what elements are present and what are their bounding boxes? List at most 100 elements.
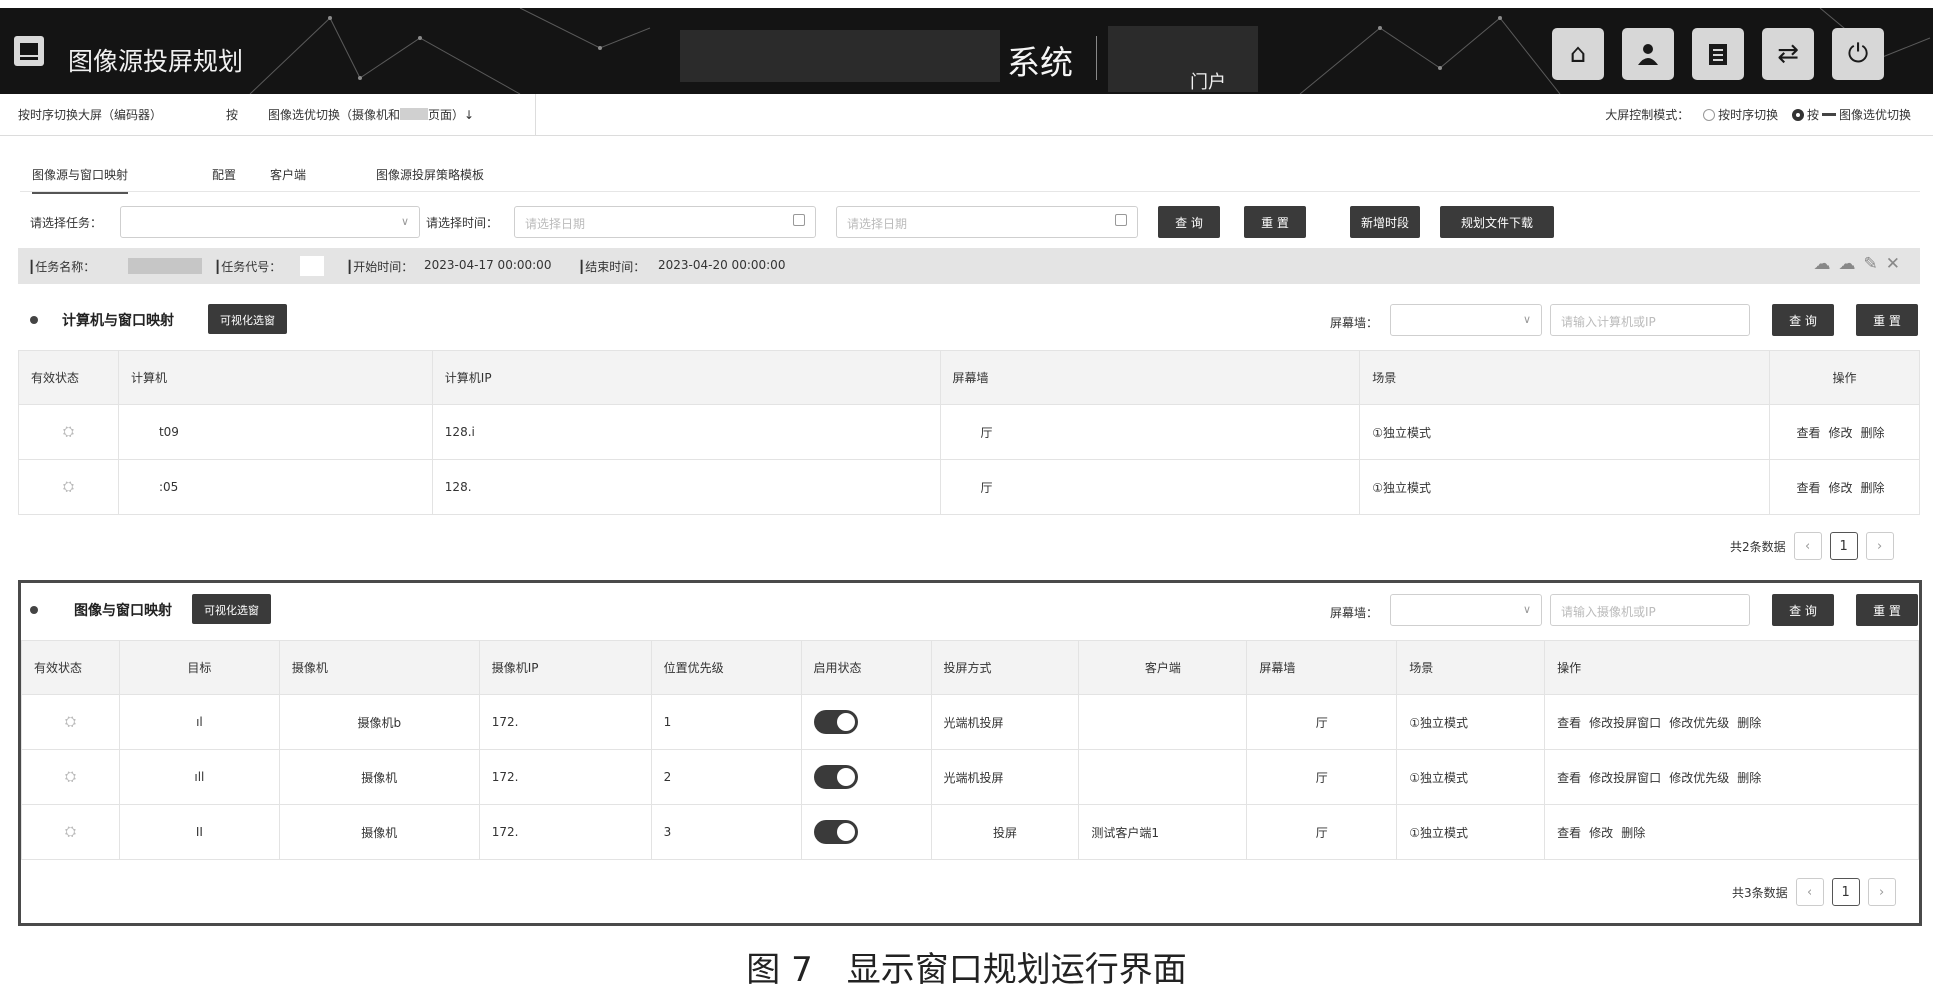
option-image-prefix[interactable]: 按 [1807,108,1819,122]
visual-select-button[interactable]: 可视化选窗 [208,304,287,334]
status-icon: ⛭ [64,824,77,840]
option-time-label[interactable]: 按时序切换 [1718,108,1778,122]
end-date-input[interactable]: 请选择日期 [836,206,1138,238]
col-ip: 计算机IP [431,350,941,405]
tab-client[interactable]: 客户端 [270,166,306,183]
computer-search-input[interactable]: 请输入计算机或IP [1550,304,1750,336]
section-title: 图像与窗口映射 [74,603,172,619]
redacted-block [680,30,1000,82]
tab-by[interactable]: 按 [226,106,238,123]
page-number-button[interactable]: 1 [1831,878,1860,906]
tab-image-prefix: 图像选优切换（摄像机和 [268,108,401,122]
status-cell: ⛭ [18,459,119,515]
sub-tabs: 图像源与窗口映射 配置 客户端 图像源投屏策略模板 [20,152,1920,194]
query-button[interactable]: 查 询 [1158,206,1220,238]
refresh-icon[interactable]: ⇄ [1762,28,1814,80]
download-plan-button[interactable]: 规划文件下载 [1440,206,1554,238]
radio-time-switch[interactable] [1703,109,1716,121]
status-icon: ⛭ [64,769,77,785]
prev-page-button[interactable]: ‹ [1793,532,1822,560]
table-row: ⛭ ıl 摄像机b 172. 1 光端机投屏 厅 ①独立模式 查看 修改投屏窗口修… [21,694,1919,750]
next-page-button[interactable]: › [1865,532,1894,560]
delete-link[interactable]: 删除 [1737,716,1761,730]
edit-link[interactable]: 修改 [1829,426,1853,440]
reset-button[interactable]: 重 置 [1244,206,1306,238]
next-page-button[interactable]: › [1867,878,1896,906]
chevron-down-icon: ∨ [400,215,409,228]
task-name-label: ┃任务名称： [28,260,96,274]
screen-wall-select[interactable]: ∨ [1390,304,1542,336]
tab-encoder-switch[interactable]: 按时序切换大屏（编码器） [18,106,162,123]
cloud-download-icon[interactable]: ☁ [1814,254,1839,274]
edit-priority-link[interactable]: 修改优先级 [1669,716,1729,730]
status-cell: ⛭ [21,694,120,750]
ops-cell: 查看 修改投屏窗口 修改优先级 删除 [1544,749,1919,805]
tab-image-switch[interactable]: 图像选优切换（摄像机和 页面）↓ [268,106,474,123]
query-button[interactable]: 查 询 [1772,594,1834,626]
close-icon[interactable]: ✕ [1886,254,1908,274]
task-info-bar: ┃任务名称： ┃任务代号： ┃开始时间： 2023-04-17 00:00:00… [18,248,1920,284]
view-link[interactable]: 查看 [1557,826,1581,840]
view-link[interactable]: 查看 [1796,481,1820,495]
screen-wall-select[interactable]: ∨ [1390,594,1542,626]
screen-wall-label: 屏幕墙： [1330,316,1379,330]
col-wall: 屏幕墙 [939,350,1361,405]
query-button[interactable]: 查 询 [1772,304,1834,336]
mode-label: 大屏控制模式： [1605,108,1690,122]
delete-link[interactable]: 删除 [1861,426,1885,440]
edit-window-link[interactable]: 修改投屏窗口 [1589,771,1661,785]
page-number-button[interactable]: 1 [1829,532,1858,560]
visual-select-button[interactable]: 可视化选窗 [192,594,271,624]
camera-cell: 摄像机b [278,694,480,750]
delete-link[interactable]: 删除 [1737,771,1761,785]
view-link[interactable]: 查看 [1557,716,1581,730]
tab-image-window-mapping[interactable]: 图像源与窗口映射 [32,166,129,194]
screen-control-mode: 大屏控制模式： 按时序切换 按 图像选优切换 [1605,106,1911,123]
prev-page-button[interactable]: ‹ [1795,878,1824,906]
cloud-upload-icon[interactable]: ☁ [1839,254,1864,274]
col-client: 客户端 [1078,640,1248,695]
table-row: ⛭ ıll 摄像机 172. 2 光端机投屏 厅 ①独立模式 查看 修改投屏窗口修… [21,749,1919,805]
edit-priority-link[interactable]: 修改优先级 [1669,771,1729,785]
scene-cell: ①独立模式 [1359,459,1771,515]
tab-config[interactable]: 配置 [212,166,236,183]
user-icon[interactable] [1622,28,1674,80]
col-scene: 场景 [1359,350,1771,405]
add-period-button[interactable]: 新增时段 [1350,206,1420,238]
date-placeholder: 请选择日期 [847,217,908,231]
method-cell: 光端机投屏 [930,749,1080,805]
view-link[interactable]: 查看 [1796,426,1820,440]
method-cell: 光端机投屏 [930,694,1080,750]
option-image-suffix[interactable]: 图像选优切换 [1839,108,1911,122]
camera-ip-cell: 172. [478,804,652,860]
clipboard-icon[interactable] [1692,28,1744,80]
reset-button[interactable]: 重 置 [1856,594,1918,626]
status-icon: ⛭ [64,714,77,730]
edit-link[interactable]: 修改 [1589,826,1613,840]
tab-strategy-template[interactable]: 图像源投屏策略模板 [376,166,484,183]
delete-link[interactable]: 删除 [1861,481,1885,495]
camera-cell: 摄像机 [278,804,480,860]
edit-window-link[interactable]: 修改投屏窗口 [1589,716,1661,730]
camera-search-input[interactable]: 请输入摄像机或IP [1550,594,1750,626]
view-link[interactable]: 查看 [1557,771,1581,785]
ops-cell: 查看 修改 删除 [1544,804,1919,860]
enabled-toggle[interactable] [813,710,858,734]
col-scene: 场景 [1396,640,1546,695]
radio-image-switch[interactable] [1791,109,1804,121]
target-cell: ıll [118,749,280,805]
edit-link[interactable]: 修改 [1829,481,1853,495]
start-date-input[interactable]: 请选择日期 [514,206,816,238]
scene-cell: ①独立模式 [1396,694,1546,750]
home-icon[interactable]: ⌂ [1552,28,1604,80]
end-time-label: ┃结束时间： [578,260,646,274]
bullet-icon [30,606,38,614]
delete-link[interactable]: 删除 [1621,826,1645,840]
edit-icon[interactable]: ✎ [1864,254,1886,274]
enabled-toggle[interactable] [813,765,858,789]
task-code-label: ┃任务代号： [214,260,282,274]
reset-button[interactable]: 重 置 [1856,304,1918,336]
power-icon[interactable]: ⏻ [1832,28,1884,80]
task-select[interactable]: ∨ [120,206,420,238]
enabled-toggle[interactable] [813,820,858,844]
